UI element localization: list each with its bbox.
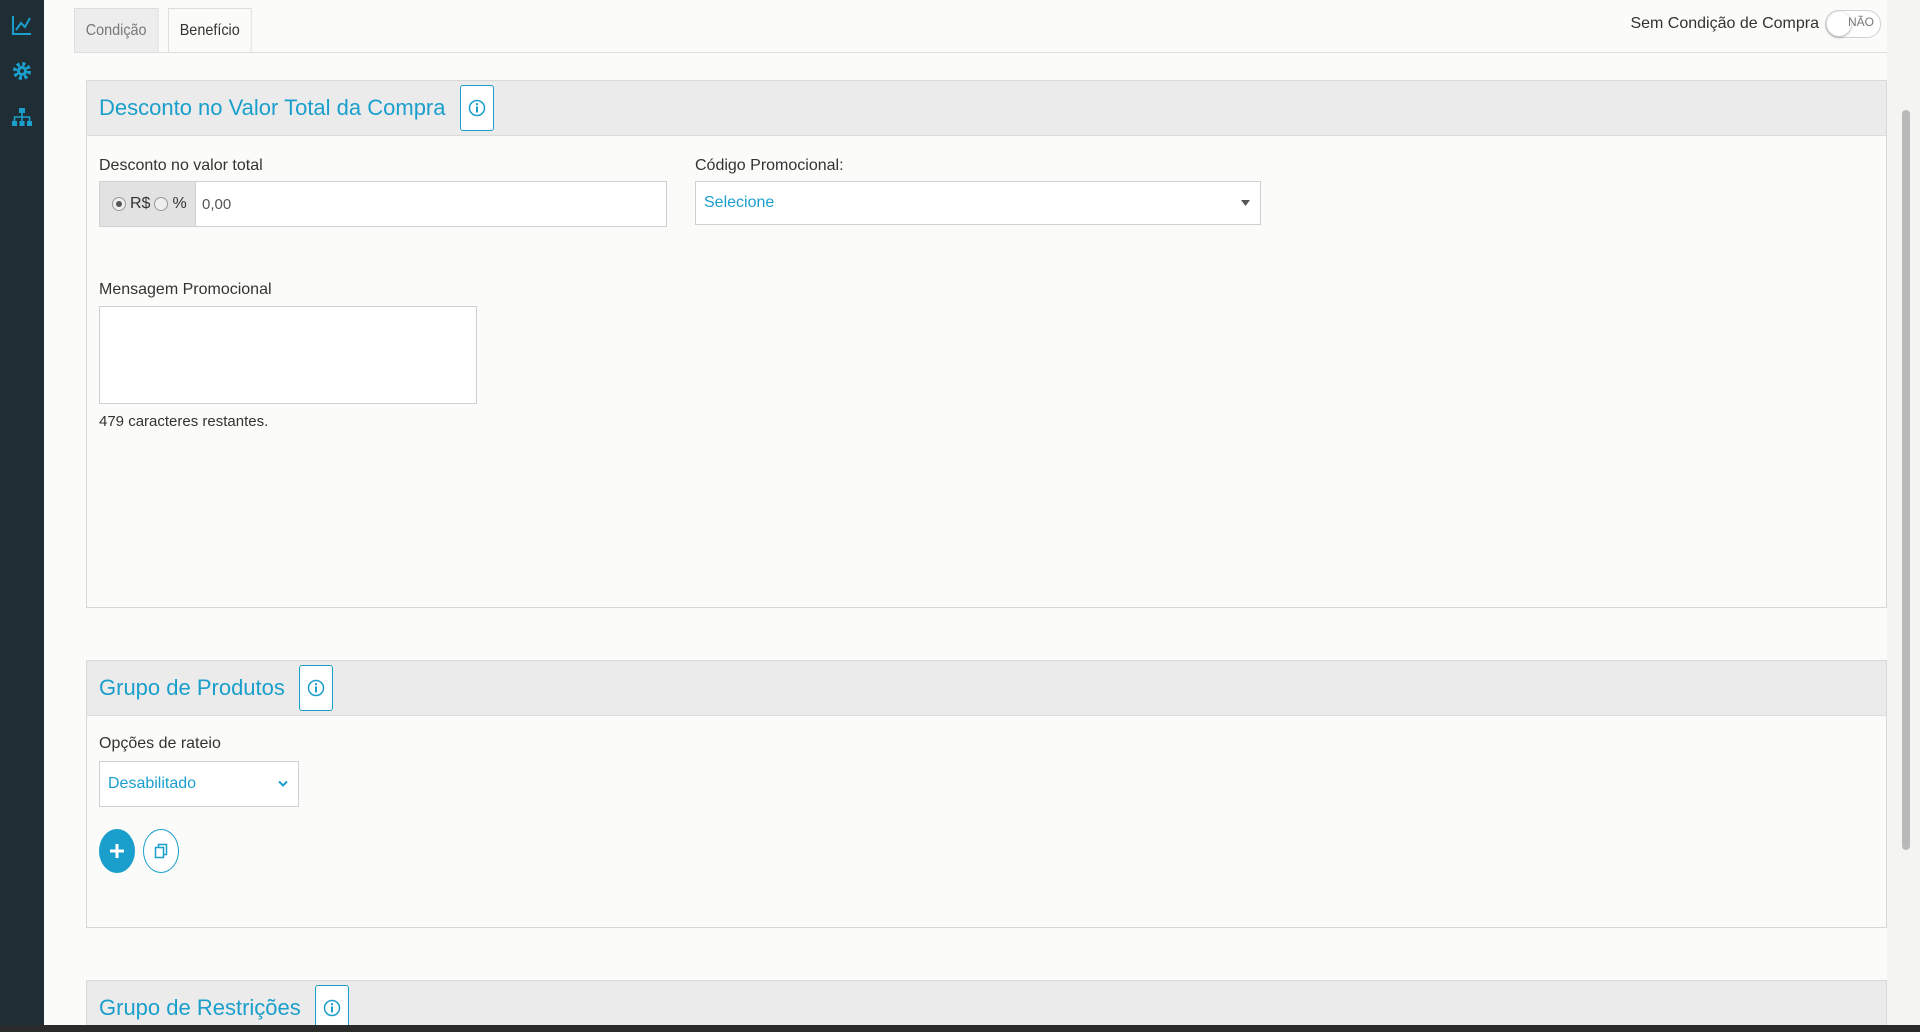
discount-type-radios: R$ % <box>100 182 196 226</box>
radio-percent-label: % <box>172 195 187 212</box>
sidebar <box>0 0 44 1032</box>
scrollbar-thumb[interactable] <box>1902 110 1910 850</box>
tab-beneficio[interactable]: Benefício <box>167 8 252 53</box>
scrollbar-track[interactable] <box>1887 0 1920 1025</box>
rateio-label: Opções de rateio <box>99 735 221 752</box>
panel-title: Desconto no Valor Total da Compra <box>99 95 446 120</box>
sem-condicao-toggle[interactable]: NÃO <box>1825 10 1881 38</box>
gear-icon[interactable] <box>11 60 33 82</box>
info-icon <box>468 99 485 117</box>
discount-field: R$ % <box>99 181 667 227</box>
sem-condicao-toggle-group: Sem Condição de Compra NÃO <box>1630 10 1881 38</box>
radio-rs[interactable] <box>112 197 126 211</box>
panel-header: Grupo de Restrições <box>87 981 1886 1025</box>
org-chart-icon[interactable] <box>11 106 33 128</box>
promo-code-label: Código Promocional: <box>695 157 844 174</box>
chars-remaining: 479 caracteres restantes. <box>99 413 269 430</box>
radio-percent[interactable] <box>154 197 169 211</box>
tab-condicao[interactable]: Condição <box>74 8 159 53</box>
panel-grupo-restricoes: Grupo de Restrições <box>86 980 1887 1025</box>
panel-desconto-total: Desconto no Valor Total da Compra Descon… <box>86 80 1887 608</box>
panel-title: Grupo de Restrições <box>99 995 301 1020</box>
main-content: Condição Benefício Sem Condição de Compr… <box>44 0 1887 1025</box>
rateio-value: Desabilitado <box>108 775 197 792</box>
info-icon <box>323 999 341 1017</box>
caret-down-icon <box>1241 200 1250 206</box>
promo-code-value: Selecione <box>704 194 775 211</box>
chevron-down-icon <box>278 780 288 787</box>
message-label: Mensagem Promocional <box>99 281 272 298</box>
info-button[interactable] <box>298 665 333 711</box>
panel-header: Desconto no Valor Total da Compra <box>87 81 1886 136</box>
info-icon <box>307 679 325 697</box>
info-button[interactable] <box>459 85 494 131</box>
rateio-select[interactable]: Desabilitado <box>99 761 299 807</box>
promo-code-select[interactable]: Selecione <box>695 181 1261 225</box>
tab-divider <box>74 52 1887 53</box>
info-button[interactable] <box>314 985 349 1025</box>
panel-grupo-produtos: Grupo de Produtos Opções de rateio Desab… <box>86 660 1887 928</box>
toggle-label: Sem Condição de Compra <box>1630 15 1819 32</box>
toggle-value: NÃO <box>1847 15 1874 29</box>
discount-value-input[interactable] <box>196 182 666 226</box>
plus-icon <box>110 844 124 858</box>
panel-header: Grupo de Produtos <box>87 661 1886 716</box>
discount-label: Desconto no valor total <box>99 157 263 174</box>
bottom-bar <box>0 1025 1920 1032</box>
panel-title: Grupo de Produtos <box>99 675 285 700</box>
radio-rs-label: R$ <box>130 195 151 212</box>
promo-message-textarea[interactable] <box>99 306 477 404</box>
copy-icon <box>154 843 168 859</box>
copy-button[interactable] <box>143 829 179 873</box>
add-button[interactable] <box>99 829 135 873</box>
chart-icon[interactable] <box>11 14 33 36</box>
tab-bar: Condição Benefício <box>74 8 260 53</box>
